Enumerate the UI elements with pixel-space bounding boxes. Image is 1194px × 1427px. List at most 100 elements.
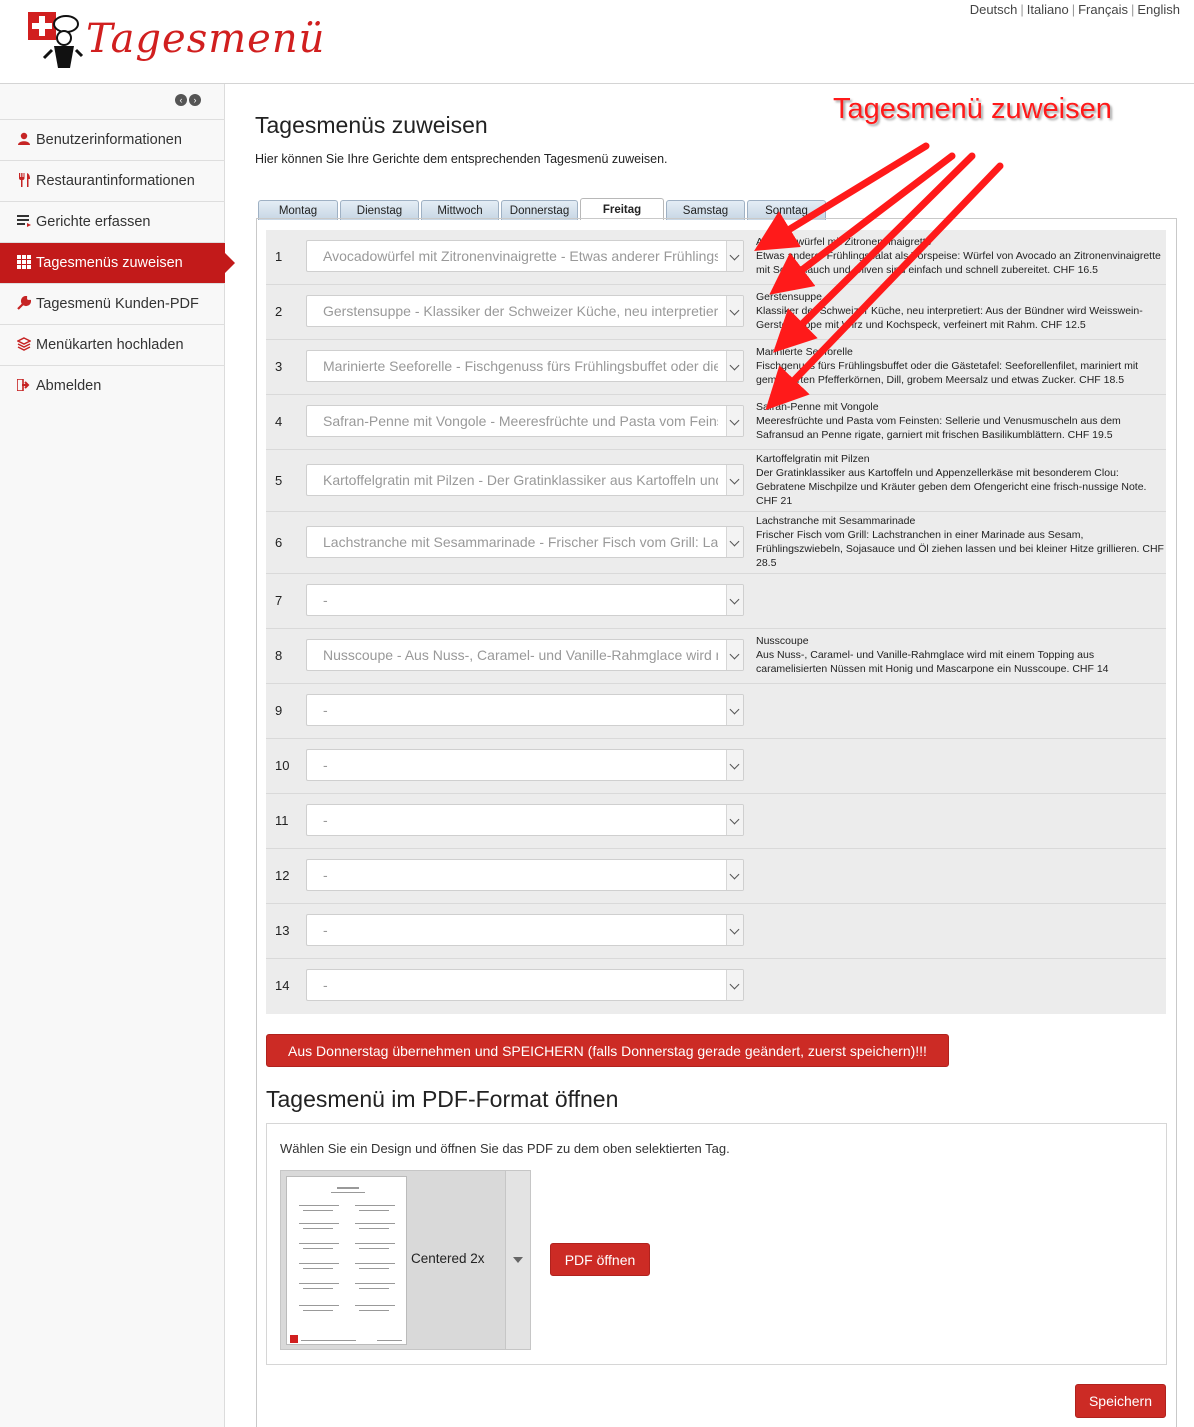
logo[interactable]: Tagesmenü <box>26 10 324 76</box>
menu-row: 8 Nusscoupe - Aus Nuss-, Caramel- und Va… <box>266 629 1166 684</box>
dish-select-value: - <box>323 977 328 993</box>
chevron-down-icon[interactable] <box>726 805 743 835</box>
dish-description: Safran-Penne mit Vongole Meeresfrüchte u… <box>756 401 1121 441</box>
sidebar-item-kunden-pdf[interactable]: Tagesmenü Kunden-PDF <box>0 283 225 324</box>
menu-rows: 1 Avocadowürfel mit Zitronenvinaigrette … <box>266 230 1166 1014</box>
chevron-down-icon[interactable] <box>726 296 743 326</box>
dish-select[interactable]: - <box>306 804 744 836</box>
chevron-down-icon[interactable] <box>726 351 743 381</box>
menu-row: 10 - <box>266 739 1166 794</box>
chevron-down-icon[interactable] <box>726 640 743 670</box>
chevron-down-icon[interactable] <box>726 750 743 780</box>
dish-select-value: - <box>323 702 328 718</box>
lang-english[interactable]: English <box>1137 2 1180 17</box>
dish-select[interactable]: Lachstranche mit Sesammarinade - Frische… <box>306 526 744 558</box>
cutlery-icon <box>14 172 34 191</box>
pdf-section-title: Tagesmenü im PDF-Format öffnen <box>266 1086 619 1112</box>
lang-italiano[interactable]: Italiano <box>1027 2 1069 17</box>
save-button[interactable]: Speichern <box>1075 1384 1166 1418</box>
chevron-left-icon[interactable]: ‹ <box>175 94 187 106</box>
row-number: 13 <box>275 923 290 938</box>
dish-select-value: - <box>323 867 328 883</box>
lang-francais[interactable]: Français <box>1078 2 1128 17</box>
chevron-down-icon[interactable] <box>726 465 743 495</box>
menu-row: 6 Lachstranche mit Sesammarinade - Frisc… <box>266 512 1166 574</box>
dish-select[interactable]: Gerstensuppe - Klassiker der Schweizer K… <box>306 295 744 327</box>
sidebar-item-gerichte-erfassen[interactable]: Gerichte erfassen <box>0 201 225 242</box>
sidebar-item-abmelden[interactable]: Abmelden <box>0 365 225 406</box>
pdf-panel: Wählen Sie ein Design und öffnen Sie das… <box>266 1123 1167 1365</box>
chevron-down-icon[interactable] <box>726 970 743 1000</box>
dish-select[interactable]: Nusscoupe - Aus Nuss-, Caramel- und Vani… <box>306 639 744 671</box>
language-switcher: Deutsch | Italiano | Français | English <box>969 2 1180 17</box>
dish-select[interactable]: - <box>306 749 744 781</box>
copy-from-thursday-button[interactable]: Aus Donnerstag übernehmen und SPEICHERN … <box>266 1034 949 1067</box>
menu-row: 7 - <box>266 574 1166 629</box>
dish-select-value: Marinierte Seeforelle - Fischgenuss fürs… <box>323 358 718 374</box>
dish-select[interactable]: - <box>306 584 744 616</box>
tab-montag[interactable]: Montag <box>258 200 338 220</box>
dish-description: Kartoffelgratin mit Pilzen Der Gratinkla… <box>756 453 1147 507</box>
layers-icon <box>14 336 34 354</box>
dish-select-value: - <box>323 922 328 938</box>
row-number: 10 <box>275 758 290 773</box>
dish-select-value: - <box>323 592 328 608</box>
dish-select[interactable]: Marinierte Seeforelle - Fischgenuss fürs… <box>306 350 744 382</box>
logo-text: Tagesmenü <box>86 16 326 62</box>
dish-select[interactable]: Safran-Penne mit Vongole - Meeresfrüchte… <box>306 405 744 437</box>
row-number: 8 <box>275 648 283 663</box>
chevron-down-icon[interactable] <box>726 585 743 615</box>
menu-row: 11 - <box>266 794 1166 849</box>
sidebar-nav: Benutzerinformationen Restaurantinformat… <box>0 119 235 406</box>
pdf-description: Wählen Sie ein Design und öffnen Sie das… <box>280 1141 730 1156</box>
tab-sonntag[interactable]: Sonntag <box>747 200 826 220</box>
dish-description: Lachstranche mit Sesammarinade Frischer … <box>756 515 1164 569</box>
sidebar-item-menuekarten-hochladen[interactable]: Menükarten hochladen <box>0 324 225 365</box>
lang-deutsch[interactable]: Deutsch <box>970 2 1018 17</box>
chevron-down-icon[interactable] <box>726 860 743 890</box>
user-icon <box>14 132 34 149</box>
row-number: 7 <box>275 593 283 608</box>
wrench-icon <box>14 295 34 313</box>
caret-down-icon[interactable] <box>505 1171 530 1349</box>
design-select[interactable]: Centered 2x <box>280 1170 531 1350</box>
tab-donnerstag[interactable]: Donnerstag <box>501 200 578 220</box>
sidebar-item-label: Menükarten hochladen <box>36 337 184 353</box>
sidebar-collapse-toggle[interactable]: ‹ › <box>175 94 201 106</box>
dish-select[interactable]: Avocadowürfel mit Zitronenvinaigrette - … <box>306 240 744 272</box>
dish-description: Marinierte Seeforelle Fischgenuss fürs F… <box>756 346 1139 386</box>
menu-row: 14 - <box>266 959 1166 1014</box>
chevron-down-icon[interactable] <box>726 527 743 557</box>
row-number: 1 <box>275 249 283 264</box>
sidebar-item-restaurantinformationen[interactable]: Restaurantinformationen <box>0 160 225 201</box>
menu-row: 3 Marinierte Seeforelle - Fischgenuss fü… <box>266 340 1166 395</box>
menu-row: 2 Gerstensuppe - Klassiker der Schweizer… <box>266 285 1166 340</box>
tab-freitag[interactable]: Freitag <box>580 198 664 220</box>
chevron-down-icon[interactable] <box>726 406 743 436</box>
chevron-down-icon[interactable] <box>726 915 743 945</box>
chevron-down-icon[interactable] <box>726 241 743 271</box>
logout-icon <box>14 378 34 394</box>
dish-select[interactable]: - <box>306 859 744 891</box>
dish-select[interactable]: - <box>306 969 744 1001</box>
list-icon <box>14 214 34 230</box>
tab-dienstag[interactable]: Dienstag <box>340 200 419 220</box>
row-number: 3 <box>275 359 283 374</box>
sidebar-item-label: Benutzerinformationen <box>36 132 182 148</box>
row-number: 2 <box>275 304 283 319</box>
dish-description: Nusscoupe Aus Nuss-, Caramel- und Vanill… <box>756 635 1109 675</box>
tab-mittwoch[interactable]: Mittwoch <box>421 200 499 220</box>
dish-select[interactable]: - <box>306 914 744 946</box>
dish-select[interactable]: Kartoffelgratin mit Pilzen - Der Gratink… <box>306 464 744 496</box>
chevron-right-icon[interactable]: › <box>189 94 201 106</box>
dish-select[interactable]: - <box>306 694 744 726</box>
sidebar-item-benutzerinformationen[interactable]: Benutzerinformationen <box>0 119 225 160</box>
row-number: 14 <box>275 978 290 993</box>
design-select-value: Centered 2x <box>411 1251 485 1266</box>
open-pdf-button[interactable]: PDF öffnen <box>550 1243 650 1276</box>
sidebar-item-tagesmenues-zuweisen[interactable]: Tagesmenüs zuweisen <box>0 242 235 283</box>
header: Tagesmenü Deutsch | Italiano | Français | Engl… <box>0 0 1194 84</box>
tab-samstag[interactable]: Samstag <box>666 200 745 220</box>
chevron-down-icon[interactable] <box>726 695 743 725</box>
row-number: 12 <box>275 868 290 883</box>
